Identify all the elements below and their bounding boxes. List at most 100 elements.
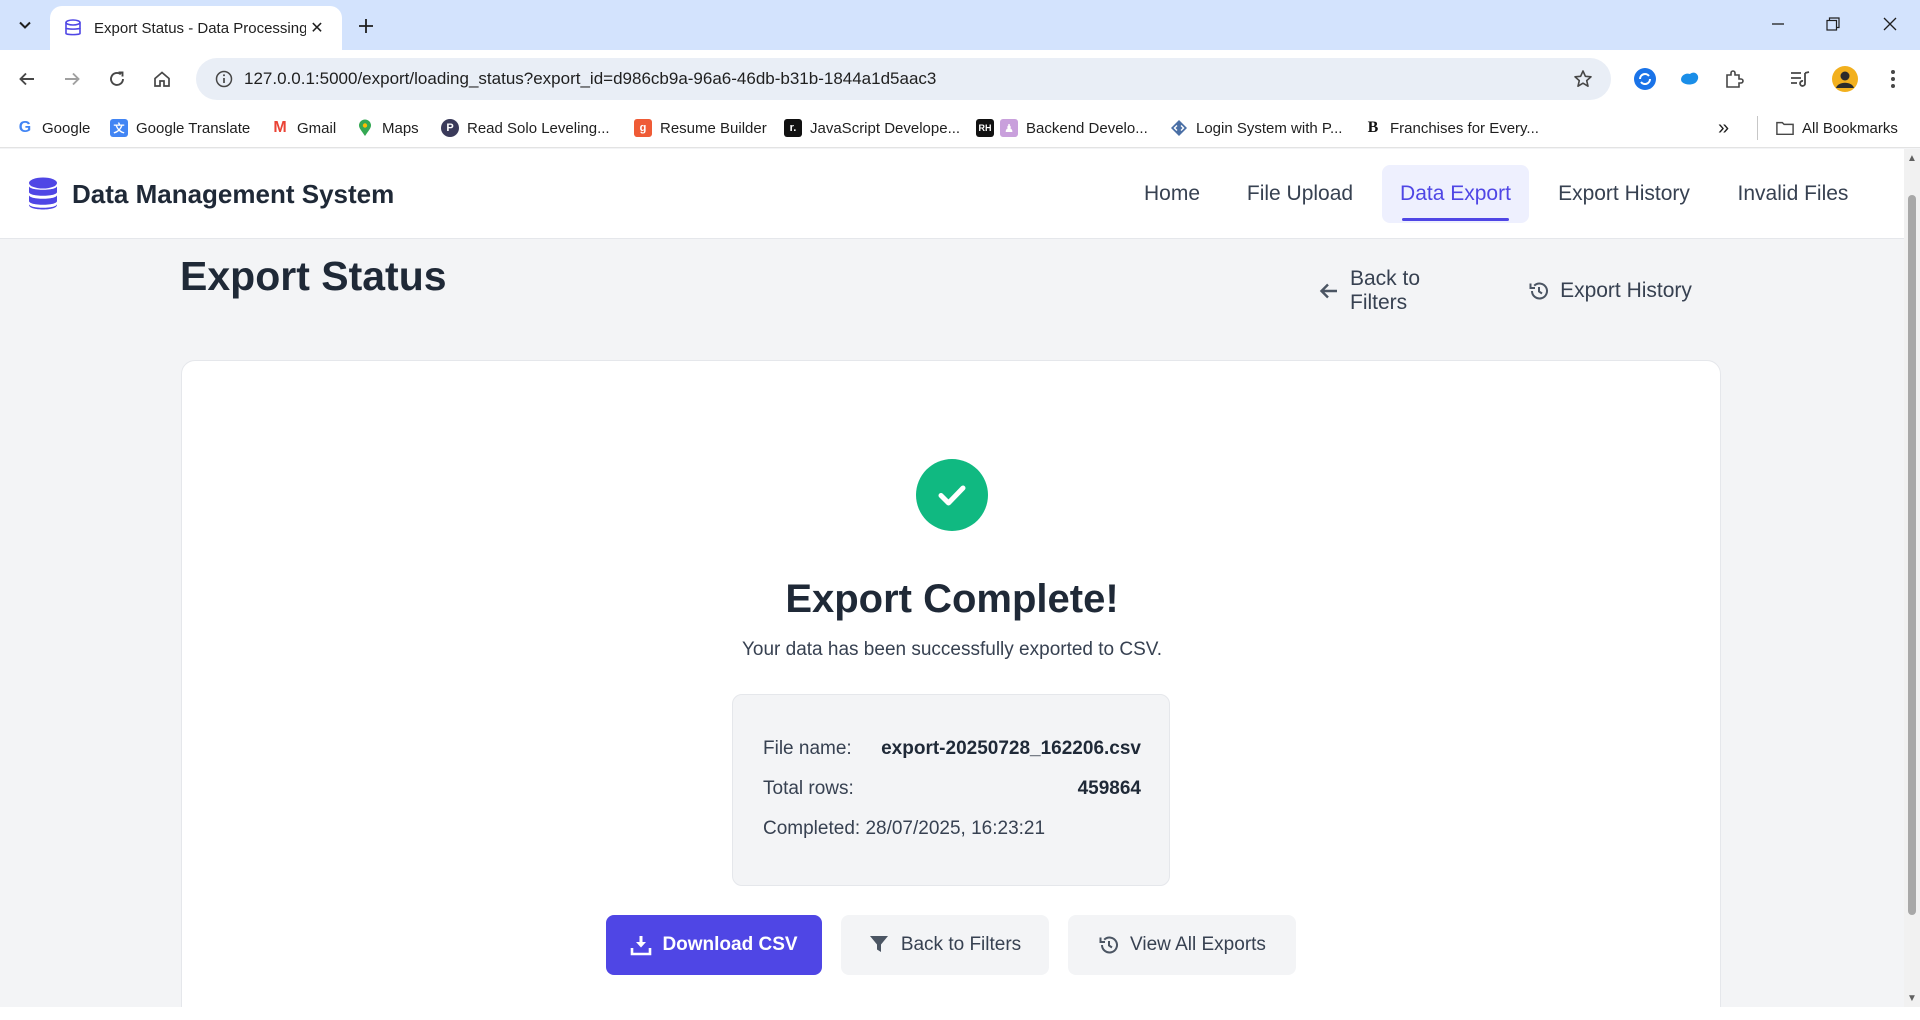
bookmark-label: Login System with P... bbox=[1196, 119, 1343, 137]
close-tab-icon[interactable]: ✕ bbox=[306, 17, 328, 39]
folder-icon bbox=[1776, 119, 1794, 137]
sync-extension-icon[interactable] bbox=[1630, 64, 1660, 94]
close-window-button[interactable] bbox=[1868, 8, 1912, 40]
bookmark-gmail[interactable]: M Gmail bbox=[271, 116, 336, 140]
site-info-icon[interactable] bbox=[204, 58, 244, 100]
bookmark-javascript-developer[interactable]: r. JavaScript Develope... bbox=[784, 116, 960, 140]
bookmark-resume-builder[interactable]: g Resume Builder bbox=[634, 116, 767, 140]
r-icon: r. bbox=[784, 119, 802, 137]
download-csv-label: Download CSV bbox=[662, 934, 798, 955]
puzzle-extensions-icon[interactable] bbox=[1720, 64, 1750, 94]
scroll-down-arrow-icon[interactable]: ▼ bbox=[1907, 993, 1917, 1004]
media-controls-icon[interactable] bbox=[1785, 64, 1815, 94]
new-tab-button[interactable] bbox=[352, 12, 380, 40]
back-button[interactable] bbox=[9, 61, 45, 97]
g-icon: g bbox=[634, 119, 652, 137]
restore-button[interactable] bbox=[1811, 8, 1855, 40]
bookmark-label: Read Solo Leveling... bbox=[467, 119, 610, 137]
completed-text: Completed: 28/07/2025, 16:23:21 bbox=[763, 818, 1046, 839]
all-bookmarks-button[interactable]: All Bookmarks bbox=[1776, 116, 1898, 140]
bookmark-label: Google bbox=[42, 119, 91, 137]
brand-title: Data Management System bbox=[72, 178, 395, 209]
code-icon bbox=[1170, 119, 1188, 137]
profile-avatar[interactable] bbox=[1830, 64, 1860, 94]
bookmark-google-translate[interactable]: 文 Google Translate bbox=[110, 116, 250, 140]
address-bar[interactable]: 127.0.0.1:5000/export/loading_status?exp… bbox=[196, 58, 1611, 100]
bookmark-solo-leveling[interactable]: P Read Solo Leveling... bbox=[441, 116, 610, 140]
forward-button[interactable] bbox=[54, 61, 90, 97]
database-icon bbox=[64, 19, 82, 37]
success-badge bbox=[916, 459, 988, 531]
bookmark-star-icon[interactable] bbox=[1563, 58, 1603, 100]
nav-home[interactable]: Home bbox=[1122, 165, 1222, 223]
bookmark-label: Google Translate bbox=[136, 119, 251, 137]
nav-data-export[interactable]: Data Export bbox=[1382, 165, 1529, 223]
bookmark-franchises[interactable]: B Franchises for Every... bbox=[1364, 116, 1539, 140]
scrollbar-thumb[interactable] bbox=[1908, 195, 1916, 915]
nav-invalid-files[interactable]: Invalid Files bbox=[1723, 165, 1863, 223]
chevron-down-icon bbox=[19, 21, 31, 29]
restore-icon bbox=[1826, 17, 1840, 31]
kebab-menu-icon[interactable] bbox=[1878, 64, 1908, 94]
bookmarks-divider bbox=[1757, 116, 1758, 140]
brand[interactable]: Data Management System bbox=[28, 177, 394, 211]
total-rows-row: Total rows: 459864 bbox=[763, 778, 1141, 800]
b-icon: B bbox=[1367, 119, 1379, 136]
url-text[interactable]: 127.0.0.1:5000/export/loading_status?exp… bbox=[244, 69, 1563, 89]
tab-search-button[interactable] bbox=[8, 9, 42, 41]
google-icon: G bbox=[18, 119, 32, 136]
file-name-value: export-20250728_162206.csv bbox=[881, 738, 1141, 759]
export-details-box: File name: export-20250728_162206.csv To… bbox=[732, 694, 1170, 886]
filter-icon bbox=[869, 934, 891, 956]
reload-button[interactable] bbox=[99, 61, 135, 97]
check-icon bbox=[938, 485, 966, 506]
page-title: Export Status bbox=[180, 253, 447, 299]
nav-export-history[interactable]: Export History bbox=[1541, 165, 1707, 223]
export-history-label: Export History bbox=[1560, 279, 1692, 302]
export-status-card: Export Complete! Your data has been succ… bbox=[181, 360, 1721, 1007]
back-to-filters-button[interactable]: Back to Filters bbox=[841, 915, 1049, 975]
file-name-label: File name: bbox=[763, 738, 852, 759]
nav-file-upload[interactable]: File Upload bbox=[1230, 165, 1370, 223]
arrow-left-icon bbox=[19, 72, 34, 86]
export-history-link[interactable]: Export History bbox=[1520, 263, 1700, 319]
app-navbar: Data Management System Home File Upload … bbox=[0, 149, 1904, 239]
view-all-exports-label: View All Exports bbox=[1130, 934, 1266, 955]
page-viewport: Data Management System Home File Upload … bbox=[0, 149, 1904, 1007]
total-rows-label: Total rows: bbox=[763, 778, 854, 799]
bookmark-label: Backend Develo... bbox=[1026, 119, 1148, 137]
window-bottom-edge bbox=[0, 1007, 1920, 1020]
scroll-up-arrow-icon[interactable]: ▲ bbox=[1907, 153, 1917, 164]
gmail-icon: M bbox=[273, 119, 287, 136]
all-bookmarks-label: All Bookmarks bbox=[1802, 119, 1898, 137]
total-rows-value: 459864 bbox=[1077, 778, 1141, 799]
export-complete-heading: Export Complete! bbox=[785, 577, 1119, 621]
download-icon bbox=[630, 934, 652, 956]
bookmark-login-system[interactable]: Login System with P... bbox=[1170, 116, 1342, 140]
bookmark-maps[interactable]: Maps bbox=[356, 116, 419, 140]
completed-row: Completed: 28/07/2025, 16:23:21 bbox=[763, 818, 1141, 840]
minimize-button[interactable] bbox=[1756, 8, 1800, 40]
home-button[interactable] bbox=[144, 61, 180, 97]
browser-tab-strip: Export Status - Data Processing ✕ bbox=[0, 0, 1920, 50]
double-chevron-right-icon: » bbox=[1718, 116, 1730, 139]
back-to-filters-label: Back to Filters bbox=[1350, 267, 1421, 314]
history-icon bbox=[1098, 934, 1120, 956]
page-scrollbar[interactable]: ▲ ▼ bbox=[1904, 149, 1920, 1007]
close-icon bbox=[1883, 17, 1897, 31]
p-icon: P bbox=[441, 119, 459, 137]
cloud-extension-icon[interactable] bbox=[1675, 64, 1705, 94]
bookmark-google[interactable]: G Google bbox=[16, 116, 91, 140]
rh-icon: RH bbox=[976, 119, 994, 137]
export-complete-subtitle: Your data has been successfully exported… bbox=[741, 639, 1163, 660]
download-csv-button[interactable]: Download CSV bbox=[606, 915, 822, 975]
plus-icon bbox=[359, 19, 373, 33]
back-to-filters-button-label: Back to Filters bbox=[900, 934, 1022, 955]
bookmark-label: Resume Builder bbox=[660, 119, 767, 137]
more-bookmarks-button[interactable]: » bbox=[1718, 116, 1729, 140]
bookmark-backend-developer[interactable]: RH ♟ Backend Develo... bbox=[976, 116, 1148, 140]
view-all-exports-button[interactable]: View All Exports bbox=[1068, 915, 1296, 975]
bookmark-label: JavaScript Develope... bbox=[810, 119, 961, 137]
browser-tab-active[interactable]: Export Status - Data Processing ✕ bbox=[50, 6, 342, 50]
back-to-filters-link[interactable]: Back to Filters bbox=[1318, 263, 1478, 319]
